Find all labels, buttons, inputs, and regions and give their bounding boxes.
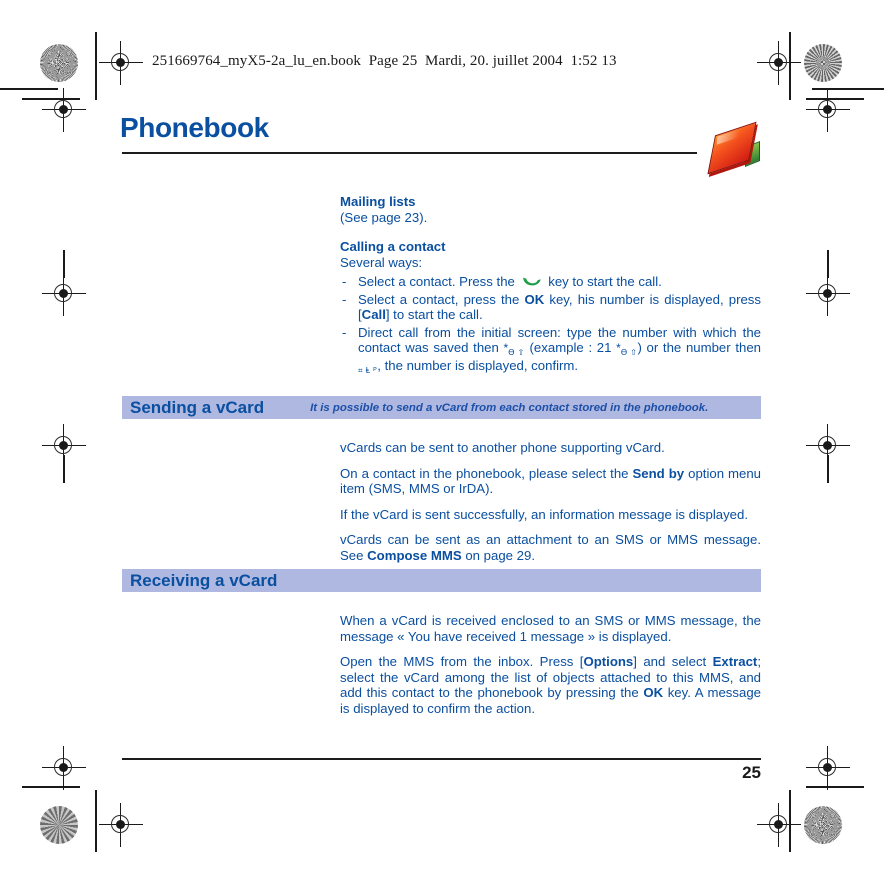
bullet-text-part3: ) or the number then <box>637 340 761 355</box>
paragraph: Open the MMS from the inbox. Press [Opti… <box>340 654 761 716</box>
paragraph-part1: Open the MMS from the inbox. Press [ <box>340 654 584 669</box>
paragraph-part1: On a contact in the phonebook, please se… <box>340 465 633 481</box>
calling-a-contact-heading: Calling a contact <box>340 239 446 254</box>
bullet-dash: - <box>342 274 347 289</box>
page-title: Phonebook <box>120 112 269 143</box>
footer-rule <box>122 758 761 760</box>
paragraph: On a contact in the phonebook, please se… <box>340 466 761 497</box>
star-key-glyph-2: *ϴ ⇧ <box>616 341 638 357</box>
mailing-lists-heading: Mailing lists <box>340 194 416 209</box>
list-item: - Select a contact, press the OK key, his… <box>340 292 761 323</box>
paragraph-part2: ] and select <box>633 654 713 669</box>
bullet-dash: - <box>342 324 347 340</box>
paragraph: If the vCard is sent successfully, an in… <box>340 506 749 522</box>
mailing-lists-text: (See page 23). <box>340 209 428 225</box>
paragraph-part2: on page 29. <box>461 547 535 563</box>
calling-a-contact-intro: Several ways: <box>340 254 423 270</box>
bold-ok-key: OK <box>524 291 545 307</box>
title-rule <box>122 152 697 154</box>
section-sending-a-vcard-body: vCards can be sent to another phone supp… <box>340 440 761 573</box>
document-page: Phonebook Mailing lists (See page 23). C… <box>0 0 884 884</box>
section-calling-a-contact: Mailing lists (See page 23). Calling a c… <box>340 194 761 377</box>
bullet-dash: - <box>342 291 347 307</box>
bold-options: Options <box>583 654 634 669</box>
bold-compose-mms: Compose MMS <box>367 547 462 563</box>
bullet-text-after-icon: key to start the call. <box>548 274 662 289</box>
bullet-text-part3: ] to start the call. <box>385 307 483 322</box>
bullet-text-part2: (example : 21 <box>524 340 617 355</box>
paragraph: vCards can be sent as an attachment to a… <box>340 532 761 563</box>
green-handset-icon <box>522 276 542 287</box>
bold-extract: Extract <box>712 654 758 669</box>
paragraph: When a vCard is received enclosed to an … <box>340 613 761 644</box>
calling-a-contact-bullets: - Select a contact. Press the key to sta… <box>340 274 761 375</box>
hash-key-glyph: ⌗ Ⱡ ᴾ <box>358 365 378 375</box>
star-key-glyph-1: *ϴ ⇧ <box>503 341 525 357</box>
section-receiving-a-vcard-body: When a vCard is received enclosed to an … <box>340 613 761 726</box>
section-band-sending-a-vcard: Sending a vCard It is possible to send a… <box>122 396 761 419</box>
bullet-text-part1: Select a contact, press the <box>358 291 525 307</box>
page-number: 25 <box>742 763 761 782</box>
section-band-receiving-a-vcard: Receiving a vCard <box>122 569 761 592</box>
phonebook-book-icon <box>705 121 765 176</box>
bold-call-label: Call <box>361 307 386 322</box>
bullet-text-before-icon: Select a contact. Press the <box>358 274 515 289</box>
bold-send-by: Send by <box>632 465 685 481</box>
band-note: It is possible to send a vCard from each… <box>310 401 709 414</box>
bold-ok-key: OK <box>643 685 664 700</box>
band-title: Receiving a vCard <box>130 570 278 590</box>
bullet-text-part4: , the number is displayed, confirm. <box>377 357 579 373</box>
list-item: - Direct call from the initial screen: ty… <box>340 325 761 376</box>
list-item: - Select a contact. Press the key to sta… <box>340 274 761 290</box>
band-title: Sending a vCard <box>130 397 265 417</box>
paragraph: vCards can be sent to another phone supp… <box>340 440 665 455</box>
